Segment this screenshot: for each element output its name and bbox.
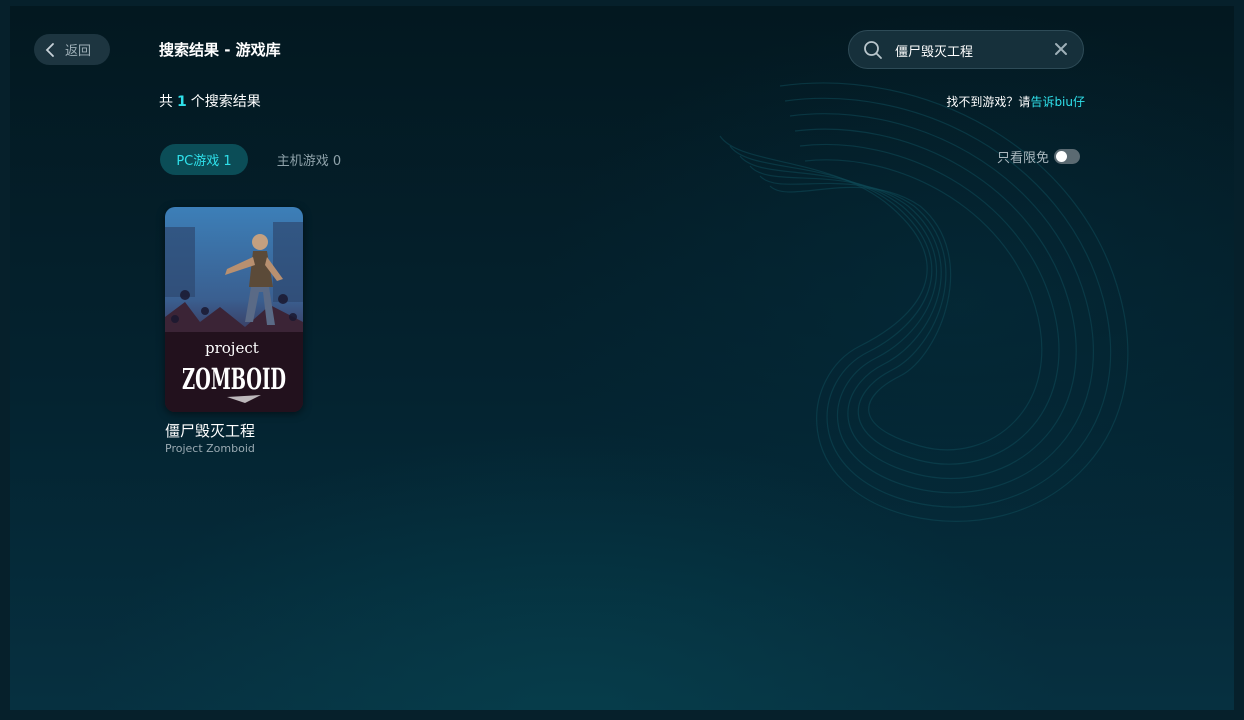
result-count-prefix: 共: [159, 94, 173, 110]
clear-search-icon[interactable]: [1054, 42, 1068, 56]
result-count-suffix: 个搜索结果: [190, 94, 261, 110]
search-icon: [864, 41, 882, 59]
result-count-number: 1: [177, 94, 187, 110]
free-only-toggle[interactable]: [1054, 149, 1081, 164]
cover-title-small: project: [205, 339, 259, 357]
search-box: [848, 30, 1084, 69]
search-input[interactable]: [895, 40, 1045, 60]
game-cover-image: project ZOMBOID: [165, 207, 303, 412]
app-window: 返回 搜索结果 - 游戏库 共1个搜索结果 找不到游戏？请告诉biu仔 PC游戏…: [0, 0, 1244, 720]
cant-find-text: 找不到游戏？请: [946, 95, 1031, 109]
cant-find-game: 找不到游戏？请告诉biu仔: [946, 93, 1085, 110]
result-count: 共 1 个搜索结果: [159, 91, 261, 111]
game-name: 僵尸毁灭工程: [165, 422, 256, 440]
free-only-label: 只看限免: [997, 151, 1050, 166]
tab-console-games[interactable]: 主机游戏 0: [262, 144, 356, 175]
free-only-filter: 只看限免: [997, 147, 1081, 166]
back-button-label: 返回: [65, 44, 92, 59]
toggle-knob: [1056, 151, 1068, 162]
tab-pc-games[interactable]: PC游戏 1: [160, 144, 248, 175]
cover-title-main: ZOMBOID: [182, 362, 286, 396]
chevron-left-icon: [45, 42, 54, 57]
report-link[interactable]: 告诉biu仔: [1030, 95, 1085, 109]
background-rings-decoration: [719, 82, 1129, 522]
back-button[interactable]: 返回: [34, 34, 110, 65]
game-subtitle: Project Zomboid: [165, 442, 255, 455]
game-card[interactable]: project ZOMBOID 僵尸毁灭工程 Project Zomboid: [165, 207, 305, 456]
page-title: 搜索结果 - 游戏库: [159, 41, 281, 59]
